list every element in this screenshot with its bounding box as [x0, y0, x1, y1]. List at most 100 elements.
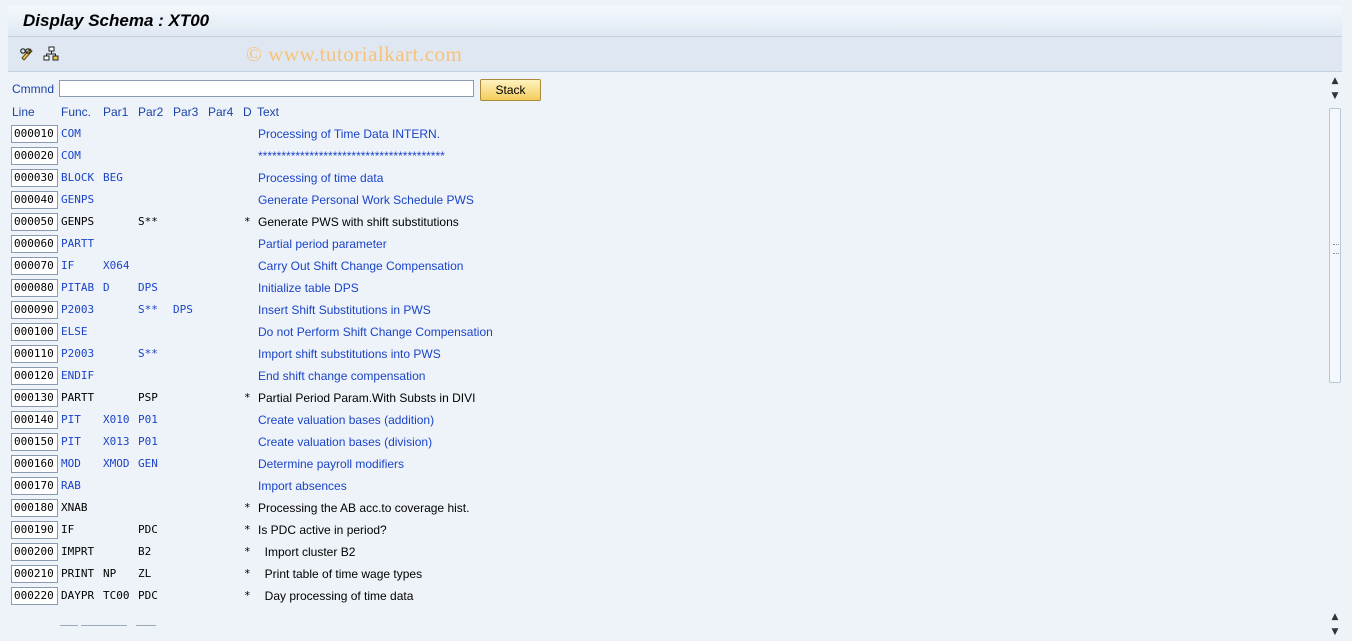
watermark: © www.tutorialkart.com [246, 42, 463, 66]
schema-content: Cmmnd Stack Line Func. Par1 Par2 Par3 Pa… [8, 72, 1326, 641]
row-line-number[interactable]: 000050 [11, 213, 58, 231]
row-line-number[interactable]: 000180 [11, 499, 58, 517]
row-line-number[interactable]: 000060 [11, 235, 58, 253]
scroll-down-icon[interactable]: ▼ [1330, 627, 1340, 637]
row-d-flag: * [244, 215, 251, 228]
row-line-number[interactable]: 000170 [11, 477, 58, 495]
row-text: Generate Personal Work Schedule PWS [258, 193, 474, 207]
col-header-par2: Par2 [138, 105, 164, 119]
row-func: PARTT [61, 237, 95, 250]
table-row[interactable]: 000050 GENPS S** * Generate PWS with shift s… [8, 211, 608, 233]
page-title: Display Schema : XT00 [23, 11, 210, 30]
row-text: Partial Period Param.With Substs in DIVI [258, 391, 476, 405]
row-text: Import cluster B2 [258, 545, 356, 559]
row-func: PIT [61, 413, 81, 426]
table-row[interactable]: 000020 COM *******************************… [8, 145, 608, 167]
row-func: P2003 [61, 303, 95, 316]
row-text: Create valuation bases (division) [258, 435, 433, 449]
row-text: Generate PWS with shift substitutions [258, 215, 459, 229]
row-line-number[interactable]: 000150 [11, 433, 58, 451]
row-line-number[interactable]: 000190 [11, 521, 58, 539]
row-line-number[interactable]: 000210 [11, 565, 58, 583]
row-par1: X010 [103, 413, 130, 426]
page-down-icon[interactable]: ▲ [1330, 612, 1340, 622]
row-text: Create valuation bases (addition) [258, 413, 435, 427]
col-header-par4: Par4 [208, 105, 234, 119]
row-text: Insert Shift Substitutions in PWS [258, 303, 431, 317]
row-line-number[interactable]: 000090 [11, 301, 58, 319]
row-line-number[interactable]: 000110 [11, 345, 58, 363]
table-row[interactable]: 000110 P2003 S** Import shift substitutions… [8, 343, 608, 365]
row-func: PRINT [61, 567, 95, 580]
hierarchy-icon[interactable] [43, 46, 59, 62]
row-line-number[interactable]: 000220 [11, 587, 58, 605]
table-row[interactable]: 000060 PARTT Partial period parameter [8, 233, 608, 255]
row-line-number[interactable]: 000100 [11, 323, 58, 341]
stack-button[interactable]: Stack [480, 79, 541, 101]
grip-icon [1333, 244, 1339, 254]
col-header-par1: Par1 [103, 105, 129, 119]
row-func: PARTT [61, 391, 95, 404]
table-row[interactable]: 000080 PITAB D DPS Initialize table DPS [8, 277, 608, 299]
table-row[interactable]: 000150 PIT X013 P01 Create valuation bases (… [8, 431, 608, 453]
pencil-glasses-icon[interactable] [19, 46, 35, 62]
col-header-text: Text [257, 105, 280, 119]
table-row[interactable]: 000220 DAYPR TC00 PDC * Day processing of ti… [8, 585, 608, 607]
row-line-number[interactable]: 000020 [11, 147, 58, 165]
table-row[interactable]: 000010 COM Processing of Time Data INTERN. [8, 123, 608, 145]
row-func: IF [61, 259, 75, 272]
row-func: MOD [61, 457, 81, 470]
table-row[interactable]: 000120 ENDIF End shift change compensation [8, 365, 608, 387]
row-line-number[interactable]: 000010 [11, 125, 58, 143]
page-up-icon[interactable]: ▼ [1330, 91, 1340, 101]
scroll-up-icon[interactable]: ▲ [1330, 76, 1340, 86]
row-text: Do not Perform Shift Change Compensation [258, 325, 493, 339]
row-par2: PDC [138, 589, 158, 602]
row-text: **************************************** [258, 149, 445, 163]
row-par1: D [103, 281, 110, 294]
divider [81, 625, 127, 626]
row-func: P2003 [61, 347, 95, 360]
row-d-flag: * [244, 391, 251, 404]
table-row[interactable]: 000170 RAB Import absences [8, 475, 608, 497]
command-label: Cmmnd [12, 82, 55, 96]
row-par3: DPS [173, 303, 193, 316]
table-row[interactable]: 000040 GENPS Generate Personal Work Schedu… [8, 189, 608, 211]
table-row[interactable]: 000100 ELSE Do not Perform Shift Change Co… [8, 321, 608, 343]
table-row[interactable]: 000140 PIT X010 P01 Create valuation bases (… [8, 409, 608, 431]
command-input[interactable] [59, 80, 474, 97]
row-text: Determine payroll modifiers [258, 457, 405, 471]
table-row[interactable]: 000090 P2003 S** DPS Insert Shift Substituti… [8, 299, 608, 321]
row-line-number[interactable]: 000030 [11, 169, 58, 187]
table-row[interactable]: 000030 BLOCK BEG Processing of time data [8, 167, 608, 189]
table-row[interactable]: 000130 PARTT PSP * Partial Period Param.With… [8, 387, 608, 409]
table-row[interactable]: 000190 IF PDC * Is PDC active in period? [8, 519, 608, 541]
row-d-flag: * [244, 501, 251, 514]
row-par2: S** [138, 303, 158, 316]
table-row[interactable]: 000180 XNAB * Processing the AB acc.to cove… [8, 497, 608, 519]
row-line-number[interactable]: 000130 [11, 389, 58, 407]
table-row[interactable]: 000070 IF X064 Carry Out Shift Change Compe… [8, 255, 608, 277]
row-d-flag: * [244, 545, 251, 558]
row-text: Partial period parameter [258, 237, 387, 251]
scrollbar-thumb[interactable] [1329, 108, 1341, 383]
row-func: COM [61, 127, 81, 140]
row-func: GENPS [61, 193, 95, 206]
row-line-number[interactable]: 000070 [11, 257, 58, 275]
table-row[interactable]: 000200 IMPRT B2 * Import cluster B2 [8, 541, 608, 563]
row-line-number[interactable]: 000040 [11, 191, 58, 209]
row-line-number[interactable]: 000080 [11, 279, 58, 297]
col-header-line: Line [12, 105, 35, 119]
row-par1: XMOD [103, 457, 130, 470]
row-func: PITAB [61, 281, 95, 294]
row-par2: P01 [138, 435, 158, 448]
table-row[interactable]: 000160 MOD XMOD GEN Determine payroll modifi… [8, 453, 608, 475]
table-row[interactable]: 000210 PRINT NP ZL * Print table of time wag… [8, 563, 608, 585]
row-line-number[interactable]: 000120 [11, 367, 58, 385]
row-line-number[interactable]: 000160 [11, 455, 58, 473]
vertical-scrollbar[interactable]: ▲ ▼ ▲ ▼ [1328, 72, 1342, 641]
row-text: Processing of Time Data INTERN. [258, 127, 441, 141]
row-line-number[interactable]: 000200 [11, 543, 58, 561]
row-par2: P01 [138, 413, 158, 426]
row-line-number[interactable]: 000140 [11, 411, 58, 429]
